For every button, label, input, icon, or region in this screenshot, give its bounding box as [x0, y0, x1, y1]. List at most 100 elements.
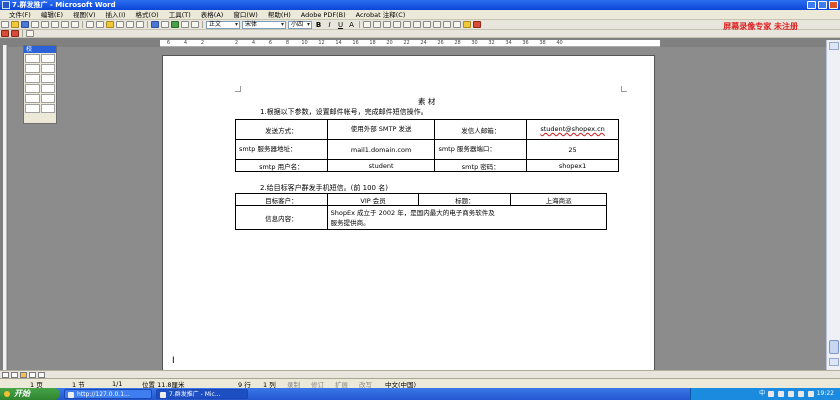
open-folder-icon[interactable]: [11, 21, 19, 28]
palette-tool-icon[interactable]: [25, 104, 40, 113]
hyperlink-icon[interactable]: [151, 21, 159, 28]
save-icon[interactable]: [21, 21, 29, 28]
minimize-button[interactable]: [807, 1, 816, 9]
tray-icon[interactable]: [768, 390, 775, 397]
scroll-down-button[interactable]: [829, 358, 839, 366]
line-spacing-icon[interactable]: [403, 21, 411, 28]
menu-tools[interactable]: 工具(T): [164, 10, 196, 20]
font-size-dropdown[interactable]: 小四: [288, 20, 312, 29]
menu-acrobat-comments[interactable]: Acrobat 注释(C): [351, 10, 411, 20]
justify-icon[interactable]: [393, 21, 401, 28]
table-cell: shopex1: [526, 159, 619, 172]
outside-border-icon[interactable]: [453, 21, 461, 28]
window-controls: [807, 0, 838, 9]
palette-tool-icon[interactable]: [40, 94, 55, 103]
palette-tool-icon[interactable]: [25, 94, 40, 103]
scroll-up-button[interactable]: [829, 42, 839, 50]
menu-adobe-pdf[interactable]: Adobe PDF(B): [296, 10, 351, 20]
table-row: smtp 服务器地址： mail1.domain.com smtp 服务器端口：…: [235, 139, 619, 160]
decrease-indent-icon[interactable]: [433, 21, 441, 28]
tray-icon[interactable]: [778, 390, 785, 397]
palette-tool-icon[interactable]: [40, 64, 55, 73]
redo-icon[interactable]: [136, 21, 144, 28]
taskbar-item-browser[interactable]: http://127.0.0.1...: [64, 389, 152, 399]
palette-tool-icon[interactable]: [40, 104, 55, 113]
font-color-icon[interactable]: [473, 21, 481, 28]
ruler-mark: 2: [234, 40, 239, 46]
paste-icon[interactable]: [106, 21, 114, 28]
tray-icon[interactable]: [797, 390, 804, 397]
pdf-convert-icon[interactable]: [1, 30, 9, 37]
highlight-icon[interactable]: [463, 21, 471, 28]
table-icon[interactable]: [161, 21, 169, 28]
menu-insert[interactable]: 插入(I): [101, 10, 131, 20]
tray-icon[interactable]: [807, 390, 814, 397]
palette-tool-icon[interactable]: [25, 64, 40, 73]
ruler-mark: 8: [285, 40, 290, 46]
start-button[interactable]: 开始: [0, 388, 60, 400]
palette-tool-icon[interactable]: [40, 74, 55, 83]
spelling-icon[interactable]: [71, 21, 79, 28]
status-track-changes[interactable]: 修订: [311, 379, 335, 389]
bold-button[interactable]: B: [314, 21, 323, 29]
scroll-thumb[interactable]: [829, 340, 839, 354]
style-dropdown[interactable]: 正文: [206, 20, 240, 29]
align-center-icon[interactable]: [373, 21, 381, 28]
new-document-icon[interactable]: [1, 21, 9, 28]
align-left-icon[interactable]: [363, 21, 371, 28]
font-dropdown[interactable]: 宋体: [242, 20, 286, 29]
pdf-email-icon[interactable]: [11, 30, 19, 37]
maximize-button[interactable]: [818, 1, 827, 9]
menu-help[interactable]: 帮助(H): [263, 10, 296, 20]
status-extend[interactable]: 扩展: [335, 379, 359, 389]
horizontal-ruler: 6 4 2 2 4 6 8 10 12 14 16 18 20 22 24 26 28 30 32 34 36 38 40: [160, 40, 660, 47]
taskbar-item-word[interactable]: 7.群发推广 - Mic...: [156, 389, 248, 399]
status-pages: 1/1: [112, 379, 123, 388]
menu-edit[interactable]: 编辑(E): [36, 10, 68, 20]
excel-icon[interactable]: [171, 21, 179, 28]
increase-indent-icon[interactable]: [443, 21, 451, 28]
columns-icon[interactable]: [181, 21, 189, 28]
vertical-ruler: [3, 45, 7, 370]
document-page[interactable]: 素 材 1.根据以下参数，设置邮件帐号，完成邮件短信操作。 发送方式： 使用外部…: [162, 55, 655, 373]
table-cell: student@shopex.cn: [526, 119, 619, 140]
format-painter-icon[interactable]: [116, 21, 124, 28]
ruler-mark: 16: [352, 40, 359, 46]
palette-tool-icon[interactable]: [25, 84, 40, 93]
status-record[interactable]: 录制: [287, 379, 311, 389]
palette-tool-icon[interactable]: [40, 84, 55, 93]
cut-icon[interactable]: [86, 21, 94, 28]
status-overtype[interactable]: 改写: [359, 379, 385, 389]
italic-button[interactable]: I: [325, 21, 334, 29]
ruler-mark: 24: [420, 40, 427, 46]
palette-tool-icon[interactable]: [25, 74, 40, 83]
palette-tool-icon[interactable]: [40, 54, 55, 63]
vertical-scrollbar[interactable]: [826, 40, 840, 370]
menu-format[interactable]: 格式(O): [131, 10, 164, 20]
align-right-icon[interactable]: [383, 21, 391, 28]
menu-window[interactable]: 窗口(W): [228, 10, 263, 20]
close-button[interactable]: [829, 1, 838, 9]
tray-icon[interactable]: [787, 390, 794, 397]
numbering-icon[interactable]: [413, 21, 421, 28]
table-cell: smtp 服务器地址：: [235, 139, 328, 160]
email-icon[interactable]: [41, 21, 49, 28]
permission-icon[interactable]: [31, 21, 39, 28]
print-preview-icon[interactable]: [61, 21, 69, 28]
palette-tool-icon[interactable]: [25, 54, 40, 63]
text-cursor-icon: I: [172, 356, 175, 366]
print-icon[interactable]: [51, 21, 59, 28]
drawing-icon[interactable]: [191, 21, 199, 28]
character-border-button[interactable]: A: [347, 21, 356, 29]
bullets-icon[interactable]: [423, 21, 431, 28]
undo-icon[interactable]: [126, 21, 134, 28]
menu-table[interactable]: 表格(A): [196, 10, 229, 20]
menu-file[interactable]: 文件(F): [4, 10, 36, 20]
ime-indicator[interactable]: 中: [759, 390, 765, 397]
copy-icon[interactable]: [96, 21, 104, 28]
menu-view[interactable]: 视图(V): [68, 10, 101, 20]
underline-button[interactable]: U: [336, 21, 345, 29]
status-language: 中文(中国): [385, 380, 417, 389]
floating-toolbar-palette[interactable]: 校: [23, 45, 57, 124]
pdf-review-icon[interactable]: [26, 30, 34, 37]
